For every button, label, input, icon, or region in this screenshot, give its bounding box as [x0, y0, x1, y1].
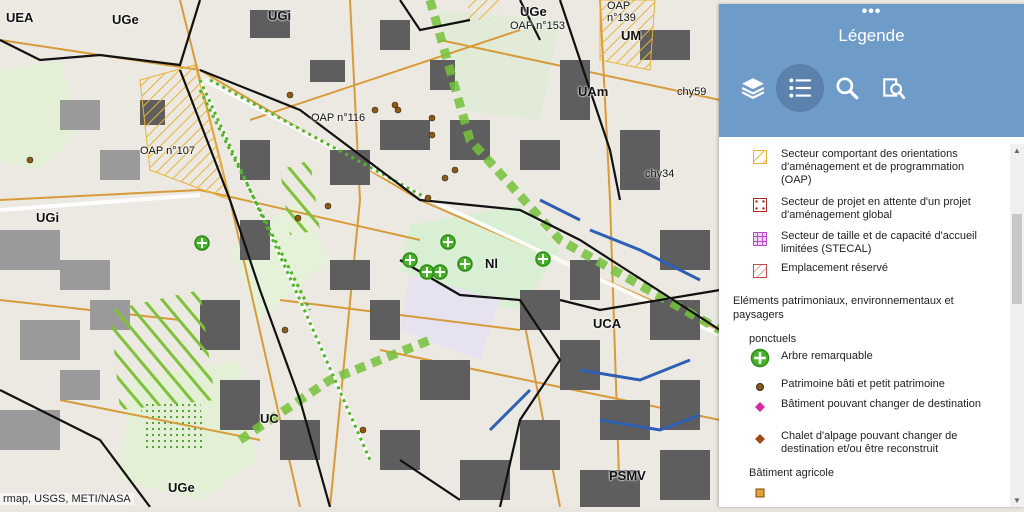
drag-handle-icon[interactable]: ••• [719, 4, 1024, 20]
layers-button[interactable] [729, 64, 777, 112]
legend-scrollbar[interactable]: ▲ ▼ [1010, 144, 1024, 507]
remarkable-tree-icon [750, 348, 770, 368]
zone-label-uea: UEA [6, 10, 34, 25]
zone-label-nl: Nl [485, 256, 498, 271]
legend-label: Patrimoine bâti et petit patrimoine [781, 378, 945, 390]
zone-label-oap-116: OAP n°116 [311, 112, 366, 124]
legend-label: Secteur de projet en attente d'un projet… [781, 196, 971, 221]
legend-label: Emplacement réservé [781, 262, 888, 274]
zone-label-ugi: UGi [268, 8, 292, 23]
zone-label-oap-139: OAP n°139 [607, 0, 636, 24]
legend-item-stecal: Secteur de taille et de capacité d'accue… [753, 230, 996, 256]
zone-label-chy34: chy34 [645, 168, 675, 180]
oap-hatch-swatch [753, 150, 767, 164]
legend-label: Secteur comportant des orientations d'am… [781, 148, 965, 186]
zone-label-um: UM [621, 28, 642, 43]
zone-label-uge: UGe [168, 480, 195, 495]
zone-label-psmv: PSMV [609, 468, 646, 483]
map-attribution: rmap, USGS, METI/NASA [0, 493, 134, 505]
legend-item-attente: Secteur de projet en attente d'un projet… [753, 196, 996, 222]
zone-label-uca: UCA [593, 316, 622, 331]
zone-label-uge: UGe [520, 4, 547, 19]
legend-item-batiment-destination: Bâtiment pouvant changer de destination [753, 398, 996, 414]
legend-subgroup-header: ponctuels [749, 333, 797, 345]
legend-label: Chalet d'alpage pouvant changer de desti… [781, 430, 958, 455]
legend-label: Secteur de taille et de capacité d'accue… [781, 230, 977, 255]
panel-title: Légende [838, 26, 905, 45]
legend-item-oap: Secteur comportant des orientations d'am… [753, 148, 996, 187]
pending-project-swatch [753, 198, 767, 212]
zone-label-uc: UC [260, 411, 279, 426]
stecal-grid-swatch [753, 232, 767, 246]
legend-item-bati: Patrimoine bâti et petit patrimoine [753, 378, 996, 394]
legend-item-emplacement: Emplacement réservé [753, 262, 996, 278]
scroll-up-icon[interactable]: ▲ [1010, 146, 1024, 155]
zone-label-chy59: chy59 [677, 86, 707, 98]
legend-button[interactable] [776, 64, 824, 112]
legend-label: Arbre remarquable [781, 350, 873, 362]
query-button[interactable] [870, 64, 918, 112]
legend-panel: ••• Légende Secteur comportant des orien… [719, 4, 1024, 507]
legend-panel-header: ••• Légende [719, 4, 1024, 137]
search-button[interactable] [823, 64, 871, 112]
search-icon [836, 77, 859, 100]
diamond-brown-icon [755, 434, 765, 444]
legend-item-agricole [753, 484, 781, 500]
legend-list[interactable]: Secteur comportant des orientations d'am… [719, 144, 1008, 507]
zone-label-oap-153: OAP n°153 [510, 20, 565, 32]
agricultural-square-icon [755, 488, 765, 498]
reserved-site-swatch [753, 264, 767, 278]
query-icon [883, 78, 906, 100]
zone-label-uam: UAm [578, 84, 609, 99]
zone-label-ugi: UGi [36, 210, 60, 225]
legend-subgroup-header: Bâtiment agricole [749, 467, 834, 479]
diamond-magenta-icon [755, 402, 765, 412]
legend-list-icon [789, 78, 811, 98]
legend-group-header: Eléments patrimoniaux, environnementaux … [733, 295, 954, 321]
legend-label: Bâtiment pouvant changer de destination [781, 398, 981, 410]
scroll-down-icon[interactable]: ▼ [1010, 496, 1024, 505]
zone-label-oap-107: OAP n°107 [140, 145, 195, 157]
zone-label-uge: UGe [112, 12, 139, 27]
legend-item-arbre: Arbre remarquable [750, 348, 996, 368]
scroll-thumb[interactable] [1012, 214, 1022, 304]
heritage-dot-icon [756, 383, 764, 391]
legend-item-chalet: Chalet d'alpage pouvant changer de desti… [753, 430, 996, 456]
layers-icon [741, 78, 765, 99]
